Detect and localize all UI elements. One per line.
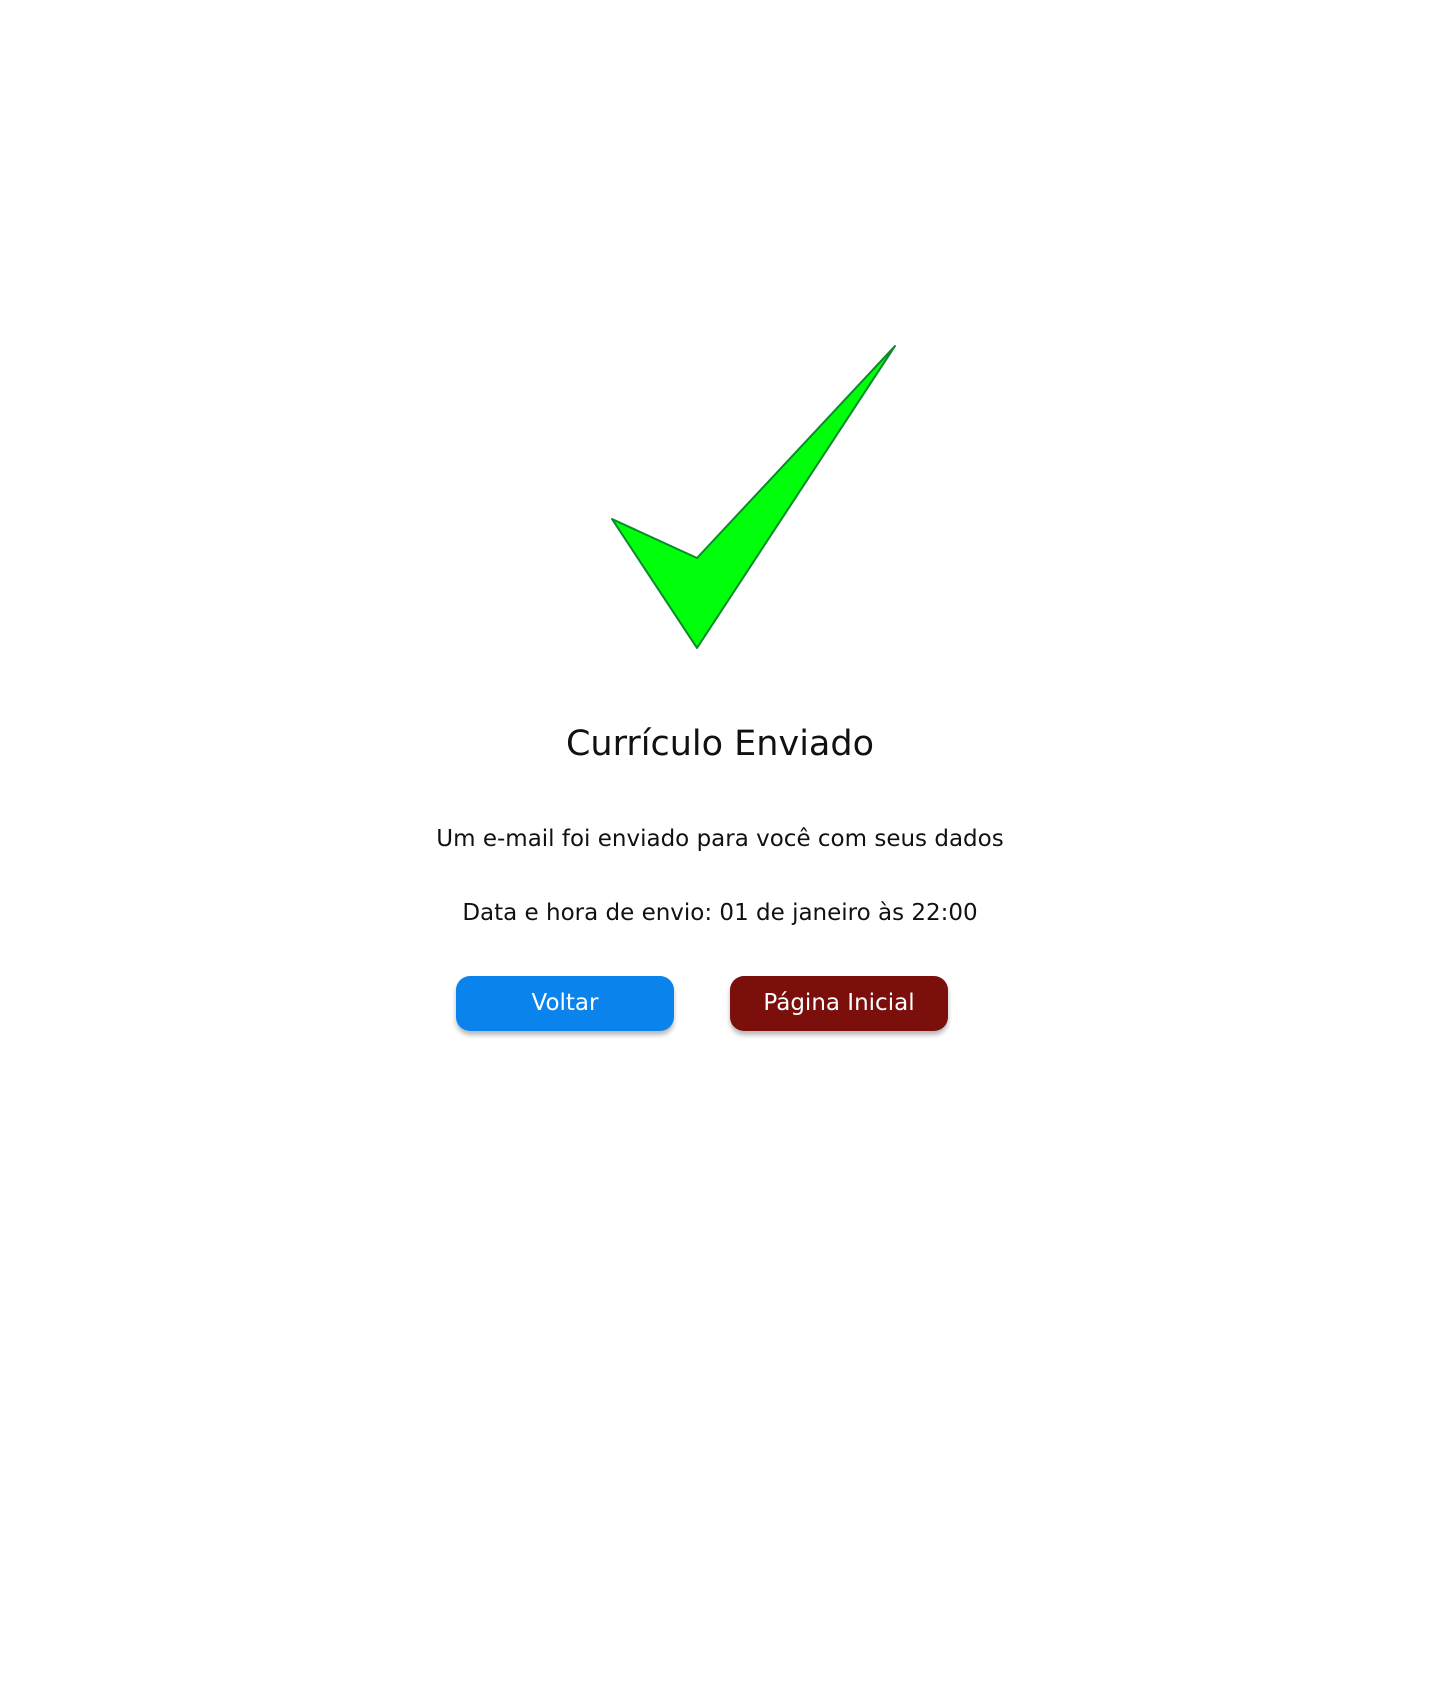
email-sent-message: Um e-mail foi enviado para você com seus… — [436, 826, 1004, 852]
confirmation-page: Currículo Enviado Um e-mail foi enviado … — [0, 0, 1440, 1683]
page-title: Currículo Enviado — [565, 724, 874, 764]
checkmark-icon — [600, 336, 900, 656]
home-page-button[interactable]: Página Inicial — [730, 976, 948, 1031]
back-button[interactable]: Voltar — [456, 976, 674, 1031]
sent-datetime-text: Data e hora de envio: 01 de janeiro às 2… — [462, 900, 978, 926]
